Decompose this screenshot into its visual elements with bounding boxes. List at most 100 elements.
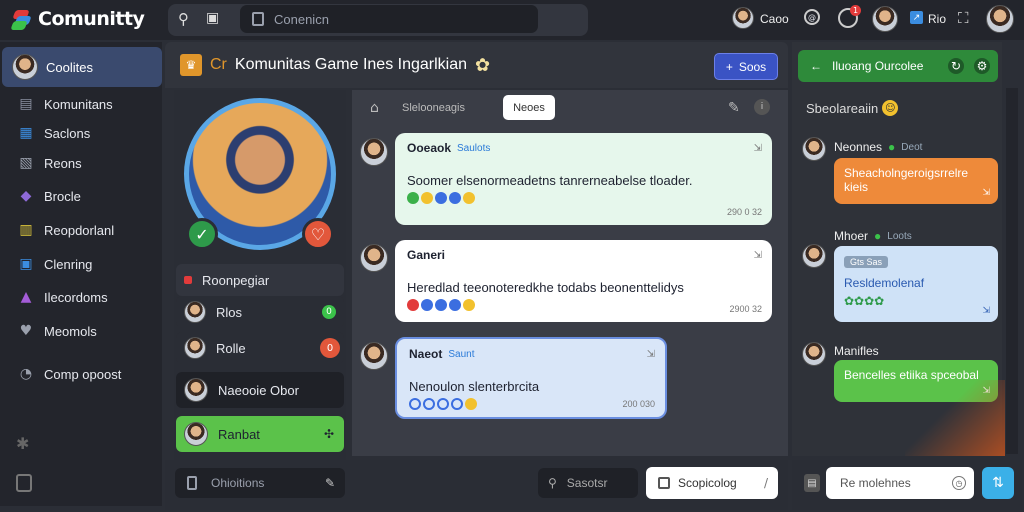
decorative-glow bbox=[905, 380, 1005, 456]
message-avatar[interactable] bbox=[360, 138, 388, 166]
pencil-icon[interactable]: ✎ bbox=[728, 100, 740, 116]
reaction-emoji[interactable] bbox=[407, 299, 419, 311]
sidebar-item-3[interactable]: ◆ Brocle bbox=[0, 180, 162, 212]
sidebar-item-5[interactable]: ▣ Clenring bbox=[0, 248, 162, 280]
sidebar-item-4[interactable]: ▥ Reopdorlanl bbox=[0, 214, 162, 246]
reaction-emoji[interactable] bbox=[463, 192, 475, 204]
right-input-placeholder: Re molehnes bbox=[840, 476, 911, 490]
sidebar-item-label: Brocle bbox=[44, 188, 81, 204]
right-user-name: Manifles bbox=[834, 344, 879, 358]
sidebar-avatar bbox=[12, 54, 38, 80]
reaction-emoji[interactable] bbox=[437, 398, 449, 410]
reaction-emoji[interactable] bbox=[449, 299, 461, 311]
bookmark-icon[interactable]: ▣ bbox=[206, 10, 219, 26]
search-input[interactable]: Conenicn bbox=[240, 5, 538, 33]
member-avatar bbox=[184, 422, 208, 446]
info-icon[interactable]: i bbox=[754, 99, 770, 115]
user-avatar[interactable] bbox=[732, 7, 754, 29]
right-user-status: Loots bbox=[887, 230, 912, 242]
settings-icon[interactable]: ✱ bbox=[16, 434, 29, 453]
reaction-emoji[interactable] bbox=[421, 192, 433, 204]
pin-icon[interactable]: ⚲ bbox=[178, 10, 189, 28]
reaction-row[interactable] bbox=[407, 299, 760, 311]
document-icon bbox=[252, 12, 264, 26]
profile-card-0[interactable]: Roonpegiar bbox=[176, 264, 344, 296]
expand-icon[interactable]: ⛶ bbox=[958, 9, 969, 27]
message-bubble[interactable]: Ganeri ⇲ Heredlad teeonoteredkhe todabs … bbox=[395, 240, 772, 322]
right-panel-header[interactable]: ← Iluoang Ourcolee ↻ ⚙ bbox=[798, 50, 998, 82]
sidebar-item-0[interactable]: ▤ Komunitans bbox=[0, 88, 162, 120]
status-text: Rio bbox=[928, 12, 947, 26]
plus-icon: + bbox=[725, 59, 733, 74]
reaction-emoji[interactable] bbox=[421, 299, 433, 311]
grid-icon: ▦ bbox=[19, 125, 33, 141]
chat-search[interactable]: ⚲ Sasotsr bbox=[538, 468, 638, 498]
attach-file-icon[interactable]: ▤ bbox=[804, 474, 820, 492]
reaction-emoji[interactable] bbox=[449, 192, 461, 204]
pin-icon[interactable]: ⇲ bbox=[647, 349, 655, 360]
reaction-emoji[interactable] bbox=[423, 398, 435, 410]
tab-left[interactable]: Slelooneagis bbox=[402, 102, 465, 114]
reaction-emoji[interactable] bbox=[463, 299, 475, 311]
right-user-name: Neonnes bbox=[834, 140, 883, 154]
profile-card-4[interactable]: Ranbat ✣ bbox=[176, 416, 344, 452]
message-avatar[interactable] bbox=[360, 342, 388, 370]
profile-card-1[interactable]: Rlos 0 bbox=[176, 296, 344, 328]
reaction-emoji[interactable] bbox=[435, 299, 447, 311]
reaction-row[interactable] bbox=[409, 398, 653, 410]
message-composer[interactable]: Ohioitions ✎ bbox=[175, 468, 345, 498]
clipboard-icon[interactable] bbox=[16, 474, 32, 492]
reaction-emoji[interactable] bbox=[435, 192, 447, 204]
pin-icon[interactable]: ⇲ bbox=[754, 250, 762, 261]
profile-card-2[interactable]: Rolle 0 bbox=[176, 332, 344, 364]
send-button[interactable]: ⇅ bbox=[982, 467, 1014, 499]
message-bubble[interactable]: Naeot Saunt ⇲ Nenoulon slenterbrcita 200… bbox=[395, 337, 667, 419]
send-input[interactable]: Scopicolog / bbox=[646, 467, 778, 499]
right-message-bubble[interactable]: Gts Sas Resldemolenaf ✿✿✿✿ ⇲ bbox=[834, 246, 998, 322]
sidebar-item-7[interactable]: ♥ Meomols bbox=[0, 315, 162, 347]
sidebar-item-8[interactable]: ◔ Comp opoost bbox=[0, 358, 162, 390]
scrollbar[interactable] bbox=[1006, 88, 1018, 454]
online-dot-icon: ● bbox=[888, 140, 896, 154]
message-bubble[interactable]: Ooeaok Saulots ⇲ Soomer elsenormeadetns … bbox=[395, 133, 772, 225]
edit-icon[interactable]: ✎ bbox=[325, 476, 335, 490]
settings-small-icon[interactable]: ⚙ bbox=[974, 58, 990, 74]
app-logo[interactable]: Comunitty bbox=[10, 6, 145, 32]
refresh-icon[interactable]: ↻ bbox=[948, 58, 964, 74]
right-section-label: Sbeolareaiin bbox=[806, 100, 879, 116]
message-time: 200 030 bbox=[622, 399, 655, 409]
people-icon: ▤ bbox=[19, 96, 33, 112]
profile-avatar[interactable] bbox=[986, 5, 1014, 33]
at-icon[interactable]: @ bbox=[804, 9, 820, 25]
profile-card-3[interactable]: Naeooie Obor bbox=[176, 372, 344, 408]
pin-icon[interactable]: ⇲ bbox=[982, 305, 990, 316]
message-avatar[interactable] bbox=[360, 244, 388, 272]
reaction-row[interactable] bbox=[407, 192, 760, 204]
right-user-name-row: Neonnes ● Deot bbox=[834, 140, 922, 154]
channel-action-button[interactable]: + Soos bbox=[714, 53, 778, 80]
reaction-emoji[interactable] bbox=[465, 398, 477, 410]
tab-active[interactable]: Neoes bbox=[503, 95, 555, 120]
right-message-input[interactable]: Re molehnes ◷ bbox=[826, 467, 974, 499]
sidebar-item-6[interactable]: ▲ Ilecordoms bbox=[0, 281, 162, 313]
check-icon: ✓ bbox=[186, 218, 218, 250]
message-tag: Saulots bbox=[457, 142, 491, 154]
reaction-emoji[interactable] bbox=[407, 192, 419, 204]
right-user-avatar[interactable] bbox=[802, 244, 826, 268]
right-message-bubble[interactable]: Sheacholngeroigsrrelre kieis ⇲ bbox=[834, 158, 998, 204]
reaction-emoji[interactable] bbox=[451, 398, 463, 410]
sidebar-header[interactable]: Coolites bbox=[2, 47, 162, 87]
right-user-name-row: Mhoer ● Loots bbox=[834, 229, 912, 243]
reaction-emoji[interactable] bbox=[409, 398, 421, 410]
home-icon[interactable]: ⌂ bbox=[370, 100, 379, 116]
pin-icon[interactable]: ⇲ bbox=[754, 143, 762, 154]
reaction-icons: ✿✿✿✿ bbox=[844, 294, 885, 308]
sidebar-item-2[interactable]: ▧ Reons bbox=[0, 147, 162, 179]
pin-icon[interactable]: ⇲ bbox=[982, 187, 990, 198]
member-avatar bbox=[184, 337, 206, 359]
right-user-avatar[interactable] bbox=[802, 137, 826, 161]
sidebar-item-1[interactable]: ▦ Saclons bbox=[0, 117, 162, 149]
friend-avatar[interactable] bbox=[872, 6, 898, 32]
message-author: Naeot bbox=[409, 347, 443, 361]
right-user-avatar[interactable] bbox=[802, 342, 826, 366]
